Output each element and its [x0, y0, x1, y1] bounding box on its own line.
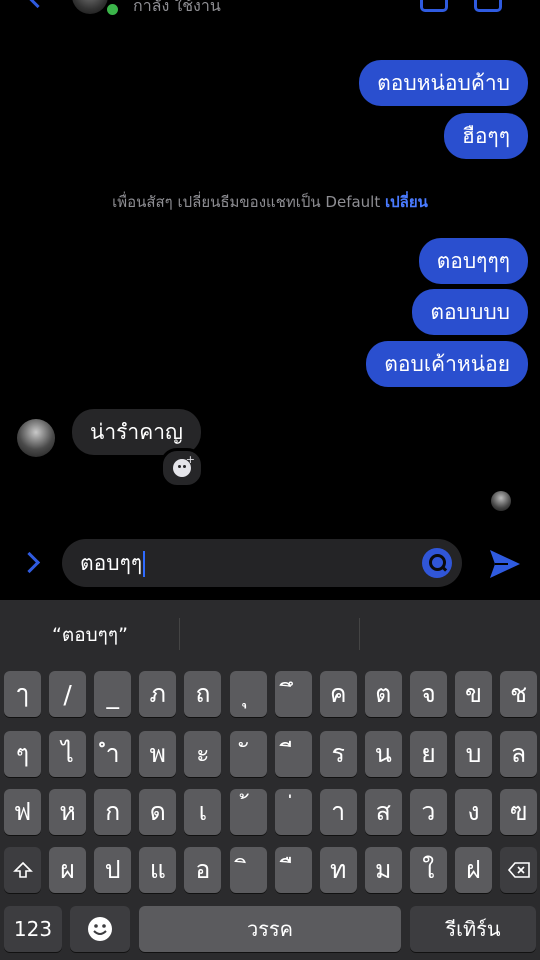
system-message-text: เพื่อนสัสๆ เปลี่ยนธีมของแชทเป็น Default — [112, 193, 381, 211]
key-row4-6[interactable]: ท — [319, 847, 357, 893]
outgoing-message[interactable]: ตอบเค้าหน่อย — [366, 341, 528, 387]
key-row4-2[interactable]: แ — [139, 847, 177, 893]
key-row3-9[interactable]: ว — [409, 789, 447, 835]
key-row2-4[interactable]: ะ — [184, 731, 222, 777]
key-row2-11[interactable]: ล — [500, 731, 538, 777]
key-row1-2[interactable]: _ — [94, 671, 132, 717]
key-row2-6[interactable]: ี — [274, 731, 312, 777]
key-row1-8[interactable]: ต — [364, 671, 402, 717]
send-icon[interactable] — [488, 548, 522, 580]
key-row3-7[interactable]: า — [319, 789, 357, 835]
key-row2-0[interactable]: ๆ — [4, 731, 41, 777]
key-row3-4[interactable]: เ — [184, 789, 222, 835]
space-key[interactable]: วรรค — [139, 906, 401, 952]
key-row4-8[interactable]: ใ — [409, 847, 447, 893]
numbers-key[interactable]: 123 — [4, 906, 62, 952]
key-row1-9[interactable]: จ — [409, 671, 447, 717]
suggestion-item[interactable]: “ตอบๆๆ” — [0, 600, 180, 664]
key-row2-9[interactable]: ย — [409, 731, 447, 777]
message-input[interactable]: ตอบๆๆ — [62, 539, 462, 587]
system-message: เพื่อนสัสๆ เปลี่ยนธีมของแชทเป็น Default … — [0, 190, 540, 214]
message-input-text[interactable]: ตอบๆๆ — [80, 539, 146, 587]
call-icon[interactable] — [420, 0, 448, 12]
expand-actions-chevron-icon[interactable] — [18, 551, 41, 574]
shift-key[interactable] — [4, 847, 41, 893]
contact-status: กาลัง ใช้งาน — [133, 0, 221, 15]
key-row2-7[interactable]: ร — [319, 731, 357, 777]
shift-icon — [12, 861, 33, 878]
online-status-dot — [105, 2, 120, 17]
key-row2-1[interactable]: ไ — [49, 731, 87, 777]
emoji-icon — [88, 917, 112, 941]
key-row2-5[interactable]: ั — [229, 731, 267, 777]
key-row1-3[interactable]: ภ — [139, 671, 177, 717]
suggestion-bar: “ตอบๆๆ” — [0, 600, 540, 664]
text-caret — [143, 551, 146, 577]
key-row2-10[interactable]: บ — [455, 731, 492, 777]
message-composer: ตอบๆๆ — [0, 536, 540, 592]
backspace-key[interactable] — [500, 847, 538, 893]
key-row3-10[interactable]: ง — [455, 789, 492, 835]
change-theme-link[interactable]: เปลี่ยน — [385, 193, 428, 211]
key-row1-7[interactable]: ค — [319, 671, 357, 717]
plus-icon: + — [185, 453, 195, 466]
key-row4-4[interactable]: ิ — [229, 847, 267, 893]
key-row4-1[interactable]: ป — [94, 847, 132, 893]
outgoing-message[interactable]: ตอบหน่อบค้าบ — [359, 60, 528, 106]
contact-avatar[interactable] — [72, 0, 108, 14]
key-row4-3[interactable]: อ — [184, 847, 222, 893]
return-key[interactable]: รีเทิร์น — [410, 906, 536, 952]
chat-header: กาลัง ใช้งาน — [0, 0, 540, 20]
key-row3-0[interactable]: ฟ — [4, 789, 41, 835]
emoji-key[interactable] — [70, 906, 130, 952]
outgoing-message[interactable]: ตอบๆๆๆ — [418, 238, 528, 284]
key-row3-1[interactable]: ห — [49, 789, 87, 835]
key-row1-5[interactable]: ุ — [229, 671, 267, 717]
key-row4-5[interactable]: ื — [274, 847, 312, 893]
key-row3-3[interactable]: ด — [139, 789, 177, 835]
outgoing-message[interactable]: ฮือๆๆ — [444, 113, 528, 159]
key-row2-8[interactable]: น — [364, 731, 402, 777]
key-row4-0[interactable]: ผ — [49, 847, 87, 893]
key-row3-5[interactable]: ้ — [229, 789, 267, 835]
key-row2-2[interactable]: ำ — [94, 731, 132, 777]
key-row3-11[interactable]: ฃ — [500, 789, 538, 835]
search-button[interactable] — [422, 548, 452, 578]
sender-avatar[interactable] — [17, 419, 55, 457]
key-row2-3[interactable]: พ — [139, 731, 177, 777]
backspace-icon — [507, 862, 530, 878]
outgoing-message[interactable]: ตอบบบบ — [412, 289, 528, 335]
key-row1-4[interactable]: ถ — [184, 671, 222, 717]
back-chevron-icon[interactable] — [26, 0, 49, 9]
key-row4-7[interactable]: ม — [364, 847, 402, 893]
key-row1-10[interactable]: ข — [455, 671, 492, 717]
video-call-icon[interactable] — [474, 0, 502, 12]
key-row1-0[interactable]: ๅ — [4, 671, 41, 717]
key-row1-6[interactable]: ึ — [274, 671, 312, 717]
key-row1-11[interactable]: ช — [500, 671, 538, 717]
key-row4-9[interactable]: ฝ — [455, 847, 492, 893]
add-reaction-button[interactable]: + — [160, 448, 204, 488]
key-row1-1[interactable]: / — [49, 671, 87, 717]
key-row3-2[interactable]: ก — [94, 789, 132, 835]
key-row3-6[interactable]: ่ — [274, 789, 312, 835]
keyboard: “ตอบๆๆ” ๅ/_ภถุึคตจขชๆไำพะัีรนยบลฟหกดเ้่า… — [0, 600, 540, 960]
key-row3-8[interactable]: ส — [364, 789, 402, 835]
seen-receipt-avatar — [491, 491, 511, 511]
